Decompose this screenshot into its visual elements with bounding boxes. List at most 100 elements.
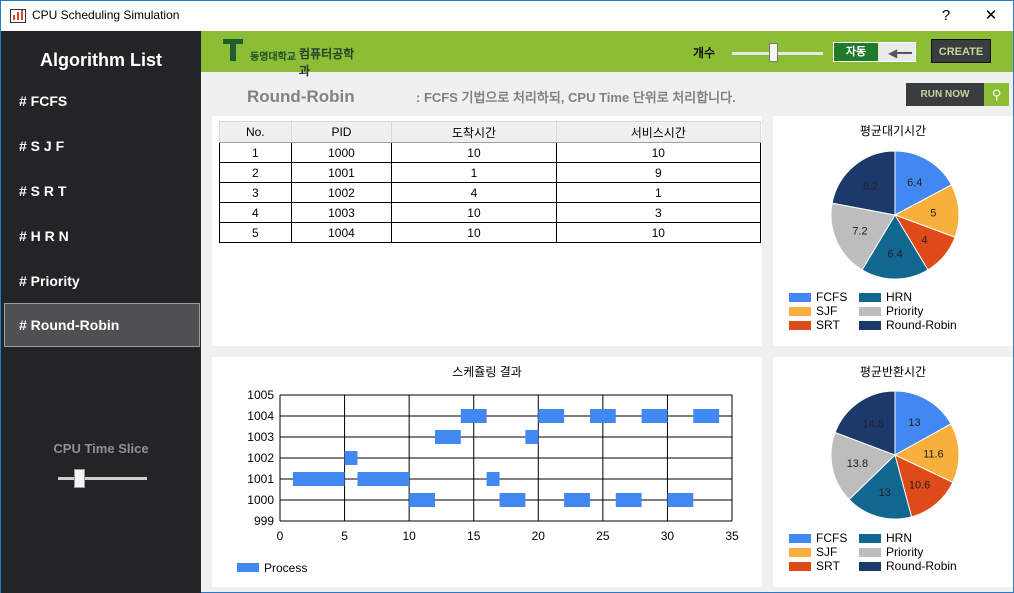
gantt-bar-1001: [357, 472, 410, 486]
table-header[interactable]: No.: [219, 121, 292, 143]
legend-swatch: [859, 562, 881, 571]
pie-value-label: 14.8: [862, 418, 883, 430]
create-button[interactable]: CREATE: [931, 39, 991, 63]
sidebar-item-hrn[interactable]: # H R N: [4, 214, 200, 258]
y-tick-label: 999: [254, 514, 274, 528]
y-tick-label: 1000: [247, 493, 274, 507]
chart-app-icon: [10, 9, 26, 23]
legend-label: FCFS: [816, 290, 848, 304]
auto-toggle-label: 자동: [834, 43, 878, 61]
gantt-bar-1004: [641, 409, 668, 423]
gantt-bar-1004: [693, 409, 720, 423]
sidebar-item-priority[interactable]: # Priority: [4, 259, 200, 303]
legend-swatch: [789, 321, 811, 330]
gantt-bar-1004: [589, 409, 616, 423]
pie-value-label: 6.4: [887, 248, 902, 260]
table-cell[interactable]: 3: [555, 202, 762, 223]
gantt-bar-1001: [292, 472, 345, 486]
count-slider-thumb[interactable]: [769, 43, 778, 62]
table-cell[interactable]: 10: [555, 222, 762, 243]
table-header-row: No. PID 도착시간 서비스시간: [219, 121, 762, 143]
legend-label: Round-Robin: [886, 318, 957, 332]
table-header[interactable]: 도착시간: [391, 121, 557, 143]
legend-label: Round-Robin: [886, 559, 957, 573]
sidebar-item-srt[interactable]: # S R T: [4, 169, 200, 213]
table-row[interactable]: 5 1004 10 10: [219, 222, 762, 243]
algorithm-description: : FCFS 기법으로 처리하되, CPU Time 단위로 처리합니다.: [416, 90, 736, 105]
title-bar: CPU Scheduling Simulation ? ✕: [1, 1, 1013, 31]
legend-swatch: [859, 321, 881, 330]
pie-value-label: 13: [908, 417, 920, 429]
table-cell[interactable]: 1003: [290, 202, 393, 223]
table-cell[interactable]: 2: [219, 162, 292, 183]
x-tick-label: 0: [277, 529, 284, 543]
legend-swatch: [859, 548, 881, 557]
table-cell[interactable]: 9: [555, 162, 762, 183]
search-icon[interactable]: ⚲: [984, 83, 1009, 106]
table-cell[interactable]: 1000: [290, 142, 393, 163]
table-cell[interactable]: 10: [391, 142, 557, 163]
count-label: 개수: [693, 46, 716, 60]
table-row[interactable]: 3 1002 4 1: [219, 182, 762, 203]
gantt-bar-1003: [525, 430, 539, 444]
pie-value-label: 8.2: [863, 180, 878, 192]
table-row[interactable]: 4 1003 10 3: [219, 202, 762, 223]
sidebar-item-fcfs[interactable]: # FCFS: [4, 79, 200, 123]
table-cell[interactable]: 4: [219, 202, 292, 223]
table-header[interactable]: 서비스시간: [555, 121, 762, 143]
legend-label: Priority: [886, 545, 924, 559]
run-now-button[interactable]: RUN NOW: [906, 83, 984, 106]
gantt-bar-1004: [460, 409, 487, 423]
pie-value-label: 13: [879, 487, 891, 499]
table-cell[interactable]: 1: [219, 142, 292, 163]
legend-swatch: [859, 534, 881, 543]
gantt-bar-1003: [434, 430, 461, 444]
table-cell[interactable]: 1: [555, 182, 762, 203]
legend-swatch: [789, 548, 811, 557]
sidebar-heading: Algorithm List: [40, 50, 162, 70]
pie-value-label: 5: [930, 207, 936, 219]
time-slice-slider-thumb[interactable]: [74, 469, 85, 488]
table-cell[interactable]: 1001: [290, 162, 393, 183]
pie-value-label: 4: [921, 235, 927, 247]
legend-swatch: [789, 307, 811, 316]
legend-label: SRT: [816, 318, 840, 332]
legend-swatch: [859, 307, 881, 316]
legend-label: SRT: [816, 559, 840, 573]
table-cell[interactable]: 10: [555, 142, 762, 163]
table-cell[interactable]: 1004: [290, 222, 393, 243]
auto-toggle[interactable]: 자동 ◀━━: [833, 42, 916, 62]
table-row[interactable]: 1 1000 10 10: [219, 142, 762, 163]
sidebar-item-sjf[interactable]: # S J F: [4, 124, 200, 168]
x-tick-label: 10: [402, 529, 416, 543]
y-tick-label: 1001: [247, 472, 274, 486]
table-row[interactable]: 2 1001 1 9: [219, 162, 762, 183]
help-button[interactable]: ?: [932, 5, 960, 27]
table-cell[interactable]: 1: [391, 162, 557, 183]
department-text: 컴퓨터공학과: [299, 47, 355, 78]
gantt-bar-1001: [486, 472, 500, 486]
table-cell[interactable]: 10: [391, 202, 557, 223]
legend-label-process: Process: [264, 561, 307, 575]
pie-value-label: 6.4: [907, 177, 922, 189]
legend-label: HRN: [886, 290, 912, 304]
gantt-bar-1002: [344, 451, 358, 465]
sidebar-item-round-robin[interactable]: # Round-Robin: [4, 303, 200, 347]
university-logo: 동명대학교 컴퓨터공학과: [223, 39, 363, 78]
table-header[interactable]: PID: [290, 121, 393, 143]
table-cell[interactable]: 4: [391, 182, 557, 203]
table-cell[interactable]: 5: [219, 222, 292, 243]
legend-label: SJF: [816, 304, 838, 318]
x-tick-label: 20: [532, 529, 546, 543]
time-slice-label: CPU Time Slice: [53, 441, 149, 456]
turnaround-time-chart-title: 평균반환시간: [859, 365, 927, 379]
table-cell[interactable]: 3: [219, 182, 292, 203]
y-tick-label: 1005: [247, 388, 274, 402]
table-cell[interactable]: 1002: [290, 182, 393, 203]
table-cell[interactable]: 10: [391, 222, 557, 243]
algorithm-name: Round-Robin: [247, 87, 355, 106]
time-slice-track[interactable]: [58, 477, 147, 480]
close-button[interactable]: ✕: [977, 5, 1005, 27]
y-tick-label: 1003: [247, 430, 274, 444]
x-tick-label: 35: [725, 529, 739, 543]
